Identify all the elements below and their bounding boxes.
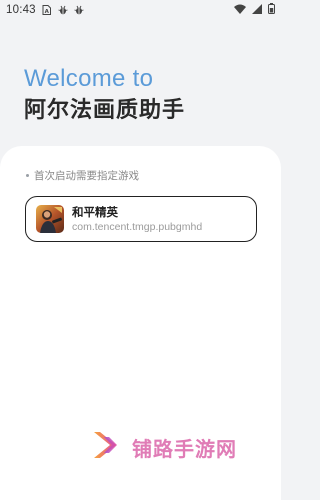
- game-app-icon: [36, 205, 64, 233]
- status-bar-left: 10:43 A: [6, 4, 84, 16]
- wifi-icon: [234, 4, 246, 17]
- signal-icon: [252, 3, 262, 17]
- game-info: 和平精英 com.tencent.tmgp.pubgmhd: [72, 205, 202, 234]
- welcome-title: Welcome to: [24, 65, 154, 92]
- game-name: 和平精英: [72, 204, 118, 219]
- welcome-header: Welcome to 阿尔法画质助手: [24, 64, 185, 126]
- game-package-name: com.tencent.tmgp.pubgmhd: [72, 220, 203, 233]
- watermark: 铺路手游网: [90, 430, 237, 464]
- app-name: 阿尔法画质助手: [24, 98, 186, 123]
- status-time: 10:43: [6, 4, 36, 16]
- sim-card-icon: A: [42, 5, 52, 15]
- double-chevron-logo-icon: [90, 430, 126, 464]
- bug-icon: [58, 5, 68, 15]
- svg-text:A: A: [45, 9, 50, 15]
- game-list-item[interactable]: 和平精英 com.tencent.tmgp.pubgmhd: [25, 196, 257, 242]
- battery-icon: [268, 3, 275, 17]
- hint-row: 首次启动需要指定游戏: [26, 168, 139, 183]
- watermark-text: 铺路手游网: [132, 436, 237, 461]
- status-bar-right: [234, 3, 275, 17]
- status-bar: 10:43 A: [0, 0, 281, 20]
- bug-icon: [74, 5, 84, 15]
- hint-text: 首次启动需要指定游戏: [34, 170, 139, 182]
- bullet-dot-icon: [26, 174, 29, 177]
